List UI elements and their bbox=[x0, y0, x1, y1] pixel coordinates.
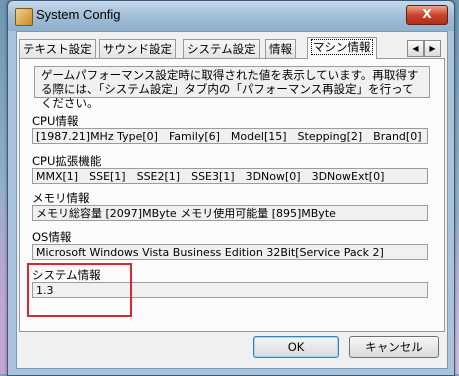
tab-scroll-right-button[interactable]: ▶ bbox=[424, 40, 441, 57]
red-highlight-box bbox=[27, 263, 132, 317]
description-text: ゲームパフォーマンス設定時に取得された値を表示しています。再取得する際には、「シ… bbox=[34, 66, 430, 110]
cancel-button[interactable]: キャンセル bbox=[349, 336, 439, 358]
cpu-ext-field: MMX[1] SSE[1] SSE2[1] SSE3[1] 3DNow[0] 3… bbox=[32, 168, 428, 184]
ok-button[interactable]: OK bbox=[253, 336, 339, 358]
cpu-ext-label: CPU拡張機能 bbox=[32, 154, 102, 168]
os-info-field: Microsoft Windows Vista Business Edition… bbox=[32, 244, 428, 260]
system-config-window: System Config X テキスト設定 サウンド設定 システム設定 情報 … bbox=[7, 0, 455, 376]
tab-scroll-left-button[interactable]: ◀ bbox=[407, 40, 424, 57]
cpu-info-field: [1987.21]MHz Type[0] Family[6] Model[15]… bbox=[32, 128, 428, 144]
memory-info-field: メモリ総容量 [2097]MByte メモリ使用可能量 [895]MByte bbox=[32, 205, 428, 221]
dialog-client: テキスト設定 サウンド設定 システム設定 情報 マシン情報 ◀ ▶ ゲームパフォ… bbox=[16, 31, 448, 369]
tab-machine-info[interactable]: マシン情報 bbox=[307, 37, 377, 59]
tab-text-settings[interactable]: テキスト設定 bbox=[19, 39, 96, 58]
cpu-info-label: CPU情報 bbox=[32, 114, 79, 128]
memory-info-label: メモリ情報 bbox=[32, 191, 90, 205]
title-bar[interactable]: System Config X bbox=[8, 1, 454, 31]
tab-machine-info-label: マシン情報 bbox=[311, 39, 373, 55]
tab-system-settings[interactable]: システム設定 bbox=[183, 39, 260, 58]
tab-strip: テキスト設定 サウンド設定 システム設定 情報 マシン情報 ◀ ▶ bbox=[19, 37, 445, 59]
tab-sound-settings[interactable]: サウンド設定 bbox=[99, 39, 176, 58]
window-title: System Config bbox=[36, 7, 121, 22]
close-button[interactable]: X bbox=[406, 5, 448, 25]
os-info-label: OS情報 bbox=[32, 230, 72, 244]
tab-info[interactable]: 情報 bbox=[265, 39, 296, 58]
app-icon bbox=[15, 8, 33, 26]
